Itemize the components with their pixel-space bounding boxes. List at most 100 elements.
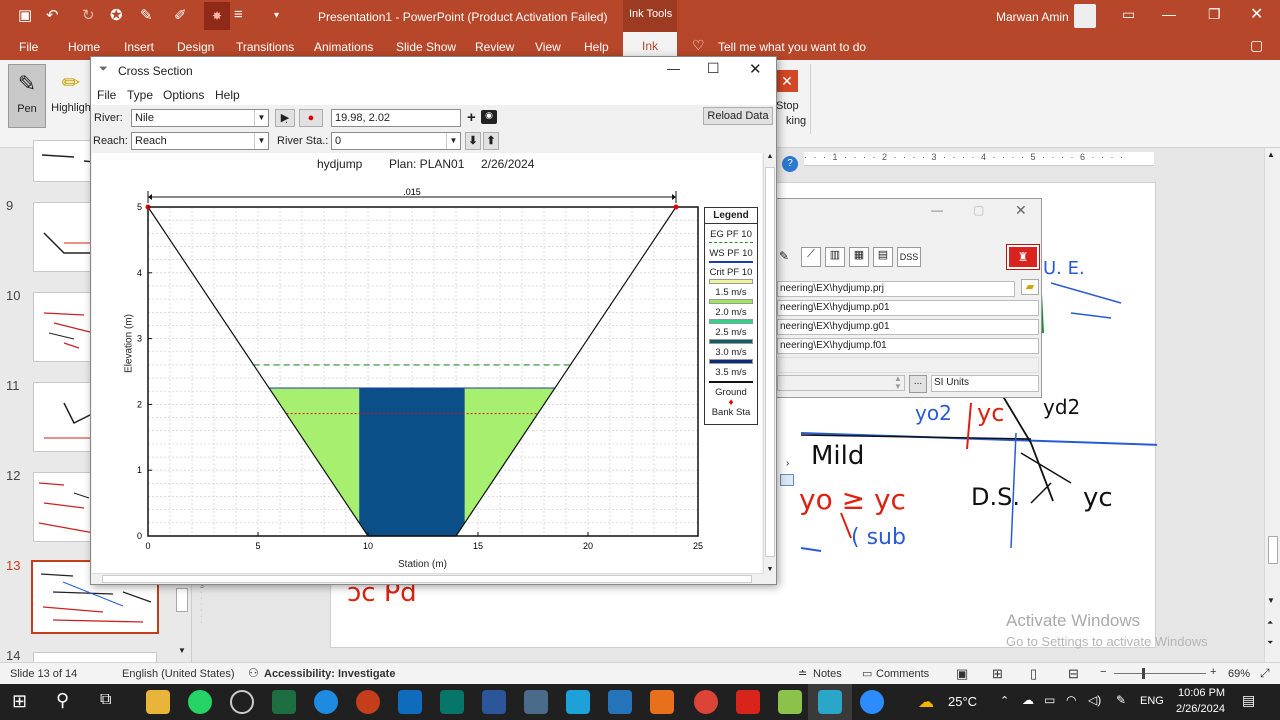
search-icon[interactable]: ⚲ bbox=[56, 690, 69, 711]
folder-icon[interactable]: ▰ bbox=[1021, 279, 1039, 295]
touch-mode-icon[interactable]: ✪ bbox=[110, 6, 123, 24]
close-icon[interactable]: ✕ bbox=[1250, 4, 1263, 24]
slide-sorter-icon[interactable]: ⊞ bbox=[992, 666, 1003, 682]
zoom-level[interactable]: 69% bbox=[1228, 668, 1250, 680]
speedometer-icon[interactable] bbox=[230, 690, 254, 714]
minimize-icon[interactable]: — bbox=[667, 61, 680, 76]
ribbon-display-icon[interactable]: ▭ bbox=[1122, 6, 1135, 23]
stop-inking-label-1[interactable]: Stop bbox=[776, 100, 799, 112]
normal-view-icon[interactable]: ▣ bbox=[956, 666, 968, 682]
record-button[interactable]: ● bbox=[299, 109, 323, 127]
notes-icon[interactable]: ≐ bbox=[798, 667, 807, 680]
matlab-icon[interactable] bbox=[650, 690, 674, 714]
previous-station-button[interactable]: ⬆ bbox=[483, 132, 499, 150]
profile-plot-icon[interactable]: ⟋ bbox=[801, 247, 821, 267]
comments-icon[interactable]: ▢ bbox=[1250, 37, 1263, 54]
tell-me-search[interactable]: Tell me what you want to do bbox=[718, 40, 866, 54]
acrobat-icon[interactable] bbox=[736, 690, 760, 714]
start-icon[interactable]: ⊞ bbox=[12, 691, 27, 712]
maximize-icon[interactable]: ▢ bbox=[973, 203, 984, 217]
colorful-app-icon[interactable] bbox=[778, 690, 802, 714]
menu-file[interactable]: File bbox=[97, 88, 116, 102]
clock-time[interactable]: 10:06 PM bbox=[1178, 687, 1225, 699]
chevron-right-icon[interactable]: › bbox=[786, 458, 789, 469]
task-view-icon[interactable]: ⧉ bbox=[100, 691, 111, 709]
chrome-icon[interactable] bbox=[694, 690, 718, 714]
chevron-down-icon[interactable]: ▼ bbox=[254, 110, 268, 126]
user-name[interactable]: Marwan Amin bbox=[996, 10, 1069, 24]
window-thumbnail-icon[interactable] bbox=[780, 474, 794, 486]
zoom-out-icon[interactable]: − bbox=[1100, 666, 1106, 678]
edge-icon[interactable] bbox=[314, 690, 338, 714]
add-icon[interactable]: + bbox=[467, 109, 476, 126]
edit-icon[interactable]: ✎ bbox=[779, 249, 795, 265]
close-icon[interactable]: ✕ bbox=[1015, 202, 1027, 219]
thumbnail-scroll-thumb[interactable] bbox=[176, 588, 188, 612]
stop-inking-label-2[interactable]: king bbox=[786, 115, 806, 127]
editor-vertical-scrollbar[interactable]: ▲ ▼ ⏶ ⏷ bbox=[1264, 148, 1280, 662]
cross-section-plot[interactable]: hydjump Plan: PLAN01 2/26/2024 .015 0 5 10 1… bbox=[92, 153, 762, 573]
battery-icon[interactable]: ▭ bbox=[1044, 693, 1055, 707]
excel-icon[interactable] bbox=[272, 690, 296, 714]
previous-slide-icon[interactable]: ⏶ bbox=[1267, 618, 1273, 628]
grid-icon[interactable]: ▦ bbox=[849, 247, 869, 267]
menu-help[interactable]: Help bbox=[215, 88, 240, 102]
scroll-thumb[interactable] bbox=[102, 575, 752, 583]
undo-icon[interactable]: ↶ bbox=[46, 6, 59, 24]
restore-icon[interactable]: ❐ bbox=[1208, 6, 1221, 23]
weather-icon[interactable]: ☁ bbox=[918, 692, 934, 712]
chevron-down-icon[interactable]: ▼ bbox=[446, 133, 460, 149]
customize-qat-icon[interactable]: ▾ bbox=[274, 10, 279, 21]
chevron-down-icon[interactable]: ▼ bbox=[254, 133, 268, 149]
scroll-up-icon[interactable]: ▲ bbox=[764, 153, 776, 160]
plot-horizontal-scrollbar[interactable] bbox=[92, 573, 763, 584]
table-icon[interactable]: ▥ bbox=[825, 247, 845, 267]
plot-vertical-scrollbar[interactable]: ▲ ▼ bbox=[763, 153, 776, 573]
tab-review[interactable]: Review bbox=[475, 40, 514, 54]
animate-button[interactable]: ▶̣ bbox=[275, 109, 295, 127]
tab-slide-show[interactable]: Slide Show bbox=[396, 40, 456, 54]
scroll-down-icon[interactable]: ▼ bbox=[1267, 596, 1275, 605]
notes-button[interactable]: Notes bbox=[813, 668, 842, 680]
scroll-down-icon[interactable]: ▼ bbox=[764, 566, 776, 573]
redo-icon[interactable]: ↻ bbox=[82, 6, 95, 24]
input-language[interactable]: ENG bbox=[1140, 695, 1164, 707]
volume-icon[interactable]: ◁) bbox=[1088, 693, 1101, 707]
reach-select[interactable]: Reach ▼ bbox=[131, 132, 269, 150]
tab-file[interactable]: File bbox=[19, 40, 38, 54]
river-select[interactable]: Nile ▼ bbox=[131, 109, 269, 127]
accessibility-icon[interactable]: ⚇ bbox=[248, 666, 259, 680]
maximize-icon[interactable]: ☐ bbox=[707, 60, 720, 77]
clock-date[interactable]: 2/26/2024 bbox=[1176, 703, 1225, 715]
summary-icon[interactable]: ▤ bbox=[873, 247, 893, 267]
powerpoint-icon[interactable] bbox=[356, 690, 380, 714]
next-slide-icon[interactable]: ⏷ bbox=[1267, 638, 1273, 648]
river-station-select[interactable]: 0 ▼ bbox=[331, 132, 461, 150]
word-icon[interactable] bbox=[482, 690, 506, 714]
tab-transitions[interactable]: Transitions bbox=[236, 40, 294, 54]
publisher-icon[interactable] bbox=[440, 690, 464, 714]
reading-view-icon[interactable]: ▯ bbox=[1030, 666, 1037, 682]
pen-button[interactable]: ✎ Pen bbox=[8, 64, 46, 128]
pen-tool-icon[interactable]: ✐ bbox=[174, 6, 187, 24]
close-icon[interactable]: ✕ bbox=[749, 60, 762, 78]
tab-help[interactable]: Help bbox=[584, 40, 609, 54]
zoom-slider-thumb[interactable] bbox=[1142, 668, 1145, 679]
minimize-icon[interactable]: — bbox=[1162, 6, 1176, 22]
menu-options[interactable]: Options bbox=[163, 88, 204, 102]
comments-icon[interactable]: ▭ bbox=[862, 667, 872, 680]
list-icon[interactable]: ≡ bbox=[234, 6, 243, 23]
language-status[interactable]: English (United States) bbox=[122, 668, 235, 680]
tab-design[interactable]: Design bbox=[177, 40, 214, 54]
wifi-icon[interactable]: ◠ bbox=[1066, 693, 1076, 707]
thumbnail-scroll-down-icon[interactable]: ▼ bbox=[176, 646, 188, 658]
description-field[interactable] bbox=[777, 375, 905, 391]
fit-slide-icon[interactable]: ⤢ bbox=[1260, 666, 1270, 681]
zoom-in-icon[interactable]: + bbox=[1210, 666, 1216, 678]
notifications-icon[interactable]: ▤ bbox=[1242, 692, 1255, 709]
cross-section-titlebar[interactable]: ⏷ Cross Section — ☐ ✕ bbox=[91, 57, 776, 85]
temperature[interactable]: 25°C bbox=[948, 694, 977, 709]
record-icon[interactable]: ✸ bbox=[204, 2, 230, 30]
file-explorer-icon[interactable] bbox=[146, 690, 170, 714]
magnifier-icon[interactable] bbox=[524, 690, 548, 714]
